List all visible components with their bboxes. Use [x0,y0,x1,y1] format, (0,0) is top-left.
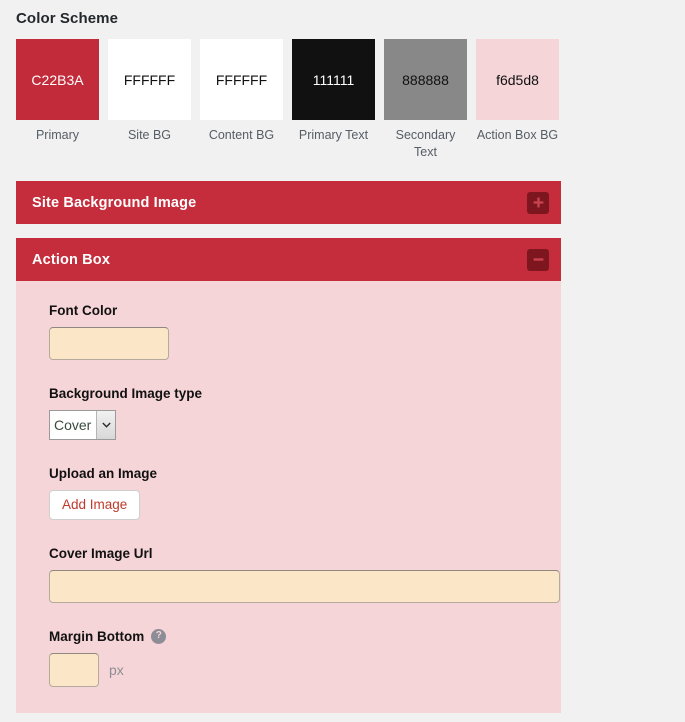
settings-panels: Site Background Image Action Box Font Co… [0,181,685,713]
color-swatch-box[interactable]: f6d5d8 [476,39,559,120]
font-color-input[interactable] [49,327,169,360]
field-cover-image-url: Cover Image Url [49,546,560,603]
chevron-down-icon[interactable] [96,411,115,439]
color-scheme-section: Color Scheme C22B3A Primary FFFFFF Site … [0,0,685,161]
margin-bottom-unit: px [109,661,124,678]
color-swatch-label: Primary [35,128,80,142]
field-label-text: Font Color [49,303,118,318]
background-image-type-select[interactable]: Cover [49,410,116,440]
field-label-text: Cover Image Url [49,545,153,561]
color-swatch-box[interactable]: FFFFFF [108,39,191,120]
color-swatch-value: FFFFFF [215,71,268,88]
panel-action-box: Action Box Font Color Background Image t… [16,238,561,713]
panel-title: Site Background Image [32,194,197,211]
plus-icon[interactable] [527,191,549,214]
field-label-text: Upload an Image [49,466,158,481]
color-swatch-row: C22B3A Primary FFFFFF Site BG FFFFFF Con… [16,39,685,161]
minus-icon[interactable] [527,248,549,271]
color-swatch-action-box-bg[interactable]: f6d5d8 Action Box BG [476,39,559,161]
color-swatch-box[interactable]: C22B3A [16,39,99,120]
margin-bottom-row: px [49,652,539,687]
color-swatch-primary-text[interactable]: 111111 Primary Text [292,39,375,161]
help-icon[interactable]: ? [151,628,167,644]
field-font-color: Font Color [49,303,539,360]
color-swatch-label: Primary Text [298,128,369,142]
add-image-button[interactable]: Add Image [49,490,141,520]
color-swatch-content-bg[interactable]: FFFFFF Content BG [200,39,283,161]
color-swatch-label: Action Box BG [476,128,559,142]
color-swatch-secondary-text[interactable]: 888888 Secondary Text [384,39,467,161]
color-swatch-site-bg[interactable]: FFFFFF Site BG [108,39,191,161]
color-swatch-box[interactable]: 111111 [292,39,375,120]
field-label: Background Image type [49,386,539,401]
field-upload-image: Upload an Image Add Image [49,466,539,520]
color-swatch-box[interactable]: 888888 [384,39,467,120]
color-swatch-box[interactable]: FFFFFF [200,39,283,120]
color-swatch-label: Secondary Text [395,128,456,159]
color-swatch-label: Site BG [127,128,172,142]
field-label: Margin Bottom ? [49,628,539,644]
color-swatch-value: C22B3A [31,71,84,88]
field-label-text: Background Image type [49,386,203,401]
margin-bottom-input[interactable] [49,652,99,687]
field-label-text: Margin Bottom [49,628,145,644]
panel-title: Action Box [32,251,111,268]
field-label: Font Color [49,303,539,318]
panel-header-action-box[interactable]: Action Box [16,238,561,281]
field-label: Cover Image Url [49,546,539,561]
panel-site-background-image: Site Background Image [16,181,561,224]
color-swatch-value: 888888 [402,71,449,88]
page-title: Color Scheme [16,10,119,27]
color-swatch-label: Content BG [208,128,275,142]
color-swatch-primary[interactable]: C22B3A Primary [16,39,99,161]
select-selected-value: Cover [54,417,92,433]
panel-header-site-background-image[interactable]: Site Background Image [16,181,561,224]
panel-body-action-box: Font Color Background Image type Cover U… [16,281,561,713]
cover-image-url-input[interactable] [49,569,560,603]
color-swatch-value: f6d5d8 [496,71,539,88]
field-margin-bottom: Margin Bottom ? px [49,628,539,687]
color-swatch-value: FFFFFF [123,71,176,88]
color-swatch-value: 111111 [312,71,355,88]
field-background-image-type: Background Image type Cover [49,386,539,440]
field-label: Upload an Image [49,466,539,481]
